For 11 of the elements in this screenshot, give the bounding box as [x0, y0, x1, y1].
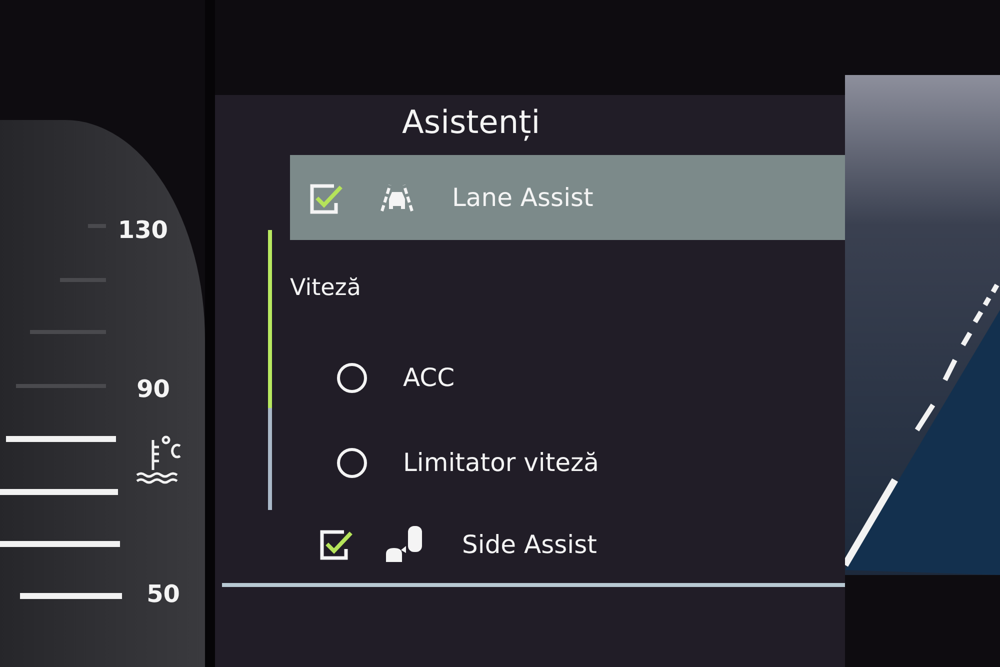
- gauge-label: 90: [136, 375, 170, 403]
- menu-item[interactable]: Limitator viteză: [290, 420, 845, 505]
- radio-button[interactable]: [337, 448, 367, 478]
- gauge-label: 50: [146, 580, 180, 608]
- section-header: Viteză: [290, 274, 362, 302]
- gauge-label: 130: [118, 216, 168, 244]
- menu-item[interactable]: Side Assist: [290, 505, 845, 583]
- coolant-temperature-icon: [136, 436, 181, 484]
- radio-button[interactable]: [337, 362, 367, 392]
- menu-item[interactable]: ACC: [290, 335, 845, 420]
- menu-title: Asistenți: [401, 102, 542, 143]
